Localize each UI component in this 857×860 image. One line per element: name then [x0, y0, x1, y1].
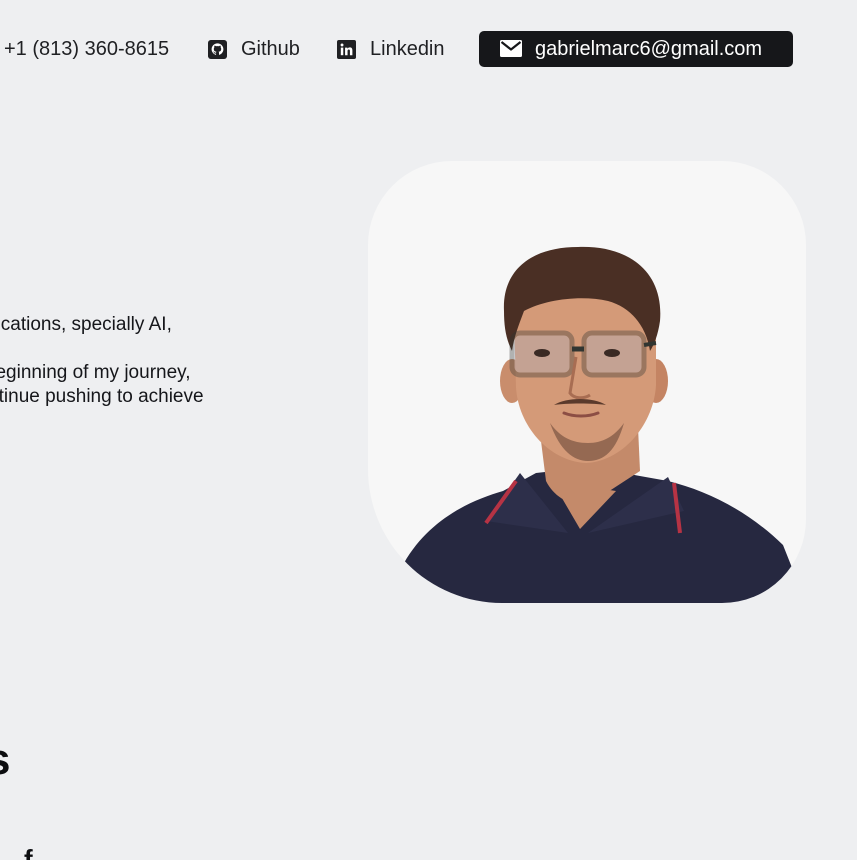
bio-text: cations, cations, specially AI, xxxhe be… [0, 313, 260, 409]
subheading-text: f [24, 846, 46, 860]
github-icon [207, 39, 227, 59]
phone-link[interactable]: +1 (813) 360-8615 [4, 31, 169, 67]
bio-paragraph-2: xxxhe beginning of my journey, xxxxxonti… [0, 361, 260, 409]
bio-line-3: ontinue pushing to achieve [0, 386, 204, 407]
section-heading: s [0, 734, 10, 786]
email-button[interactable]: gabrielmarc6@gmail.com [479, 31, 793, 67]
github-label: Github [241, 37, 300, 60]
phone-number: +1 (813) 360-8615 [4, 37, 170, 60]
github-link[interactable]: Github [207, 31, 300, 67]
bio-paragraph-1: cations, cations, specially AI, [0, 313, 260, 337]
subheading-fragment: f [24, 846, 46, 860]
bio-line-2: he beginning of my journey, [0, 362, 191, 383]
linkedin-link[interactable]: Linkedin [336, 31, 445, 67]
contact-bar: +1 (813) 360-8615 Github Linkedin gabrie… [0, 31, 857, 67]
portrait-illustration [368, 246, 806, 603]
linkedin-icon [336, 39, 356, 59]
mail-icon [500, 40, 522, 58]
email-address: gabrielmarc6@gmail.com [535, 37, 763, 60]
profile-photo [368, 161, 806, 603]
linkedin-label: Linkedin [370, 37, 445, 60]
bio-line-1: cations, specially AI, [0, 314, 172, 335]
